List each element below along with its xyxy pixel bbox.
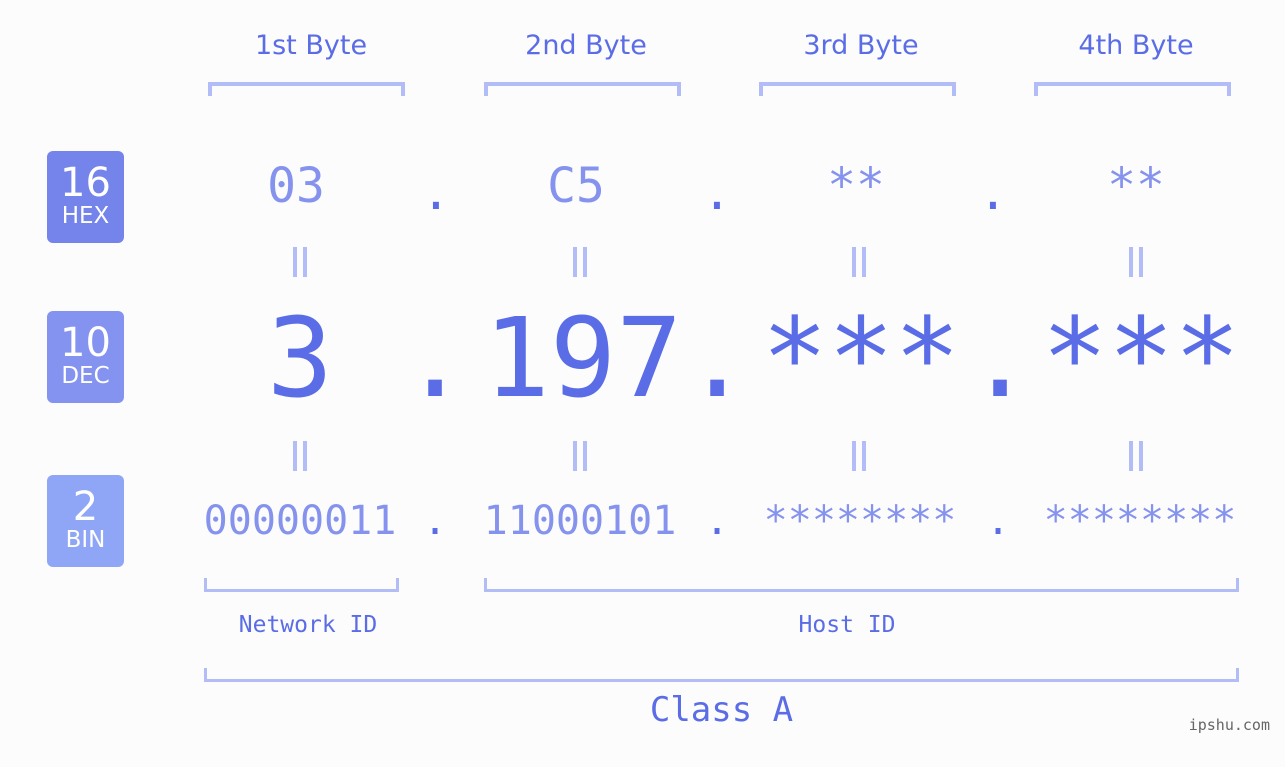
byte-label-1: 1st Byte — [254, 30, 368, 61]
bin-badge-base: 2 — [72, 484, 99, 530]
equals-icon — [849, 247, 869, 277]
hex-badge: 16 HEX — [47, 151, 124, 243]
hex-value-1: 03 — [267, 158, 325, 214]
bin-badge-name: BIN — [65, 527, 106, 553]
hex-badge-name: HEX — [61, 203, 110, 229]
byte-bracket-2 — [484, 82, 681, 96]
equals-icon — [290, 441, 310, 471]
byte-label-3: 3rd Byte — [803, 30, 919, 61]
hex-value-2: C5 — [547, 158, 605, 214]
bin-value-1: 00000011 — [203, 498, 397, 544]
dec-badge: 10 DEC — [47, 311, 124, 403]
byte-bracket-1 — [208, 82, 405, 96]
bin-value-3: ******** — [763, 498, 957, 544]
equals-icon — [570, 441, 590, 471]
dec-value-2: 197 — [483, 294, 683, 422]
watermark: ipshu.com — [1188, 716, 1270, 734]
bin-badge: 2 BIN — [47, 475, 124, 567]
byte-label-4: 4th Byte — [1078, 30, 1194, 61]
host-id-label: Host ID — [798, 612, 896, 638]
hex-badge-base: 16 — [60, 160, 111, 206]
dec-value-1: 3 — [266, 294, 334, 422]
dec-badge-name: DEC — [61, 363, 110, 389]
class-bracket — [204, 668, 1239, 682]
host-id-bracket — [484, 578, 1239, 592]
equals-icon — [570, 247, 590, 277]
equals-icon — [290, 247, 310, 277]
equals-icon — [1126, 247, 1146, 277]
bin-value-4: ******** — [1043, 498, 1237, 544]
byte-bracket-4 — [1034, 82, 1231, 96]
hex-value-4: ** — [1107, 158, 1165, 214]
bin-value-2: 11000101 — [483, 498, 677, 544]
byte-bracket-3 — [759, 82, 956, 96]
dec-badge-base: 10 — [60, 320, 111, 366]
hex-value-3: ** — [827, 158, 885, 214]
dec-value-4: *** — [1041, 294, 1241, 422]
equals-icon — [1126, 441, 1146, 471]
byte-label-2: 2nd Byte — [525, 30, 647, 61]
network-id-label: Network ID — [238, 612, 378, 638]
network-id-bracket — [204, 578, 399, 592]
class-label: Class A — [649, 690, 794, 730]
dec-value-3: *** — [761, 294, 961, 422]
equals-icon — [849, 441, 869, 471]
